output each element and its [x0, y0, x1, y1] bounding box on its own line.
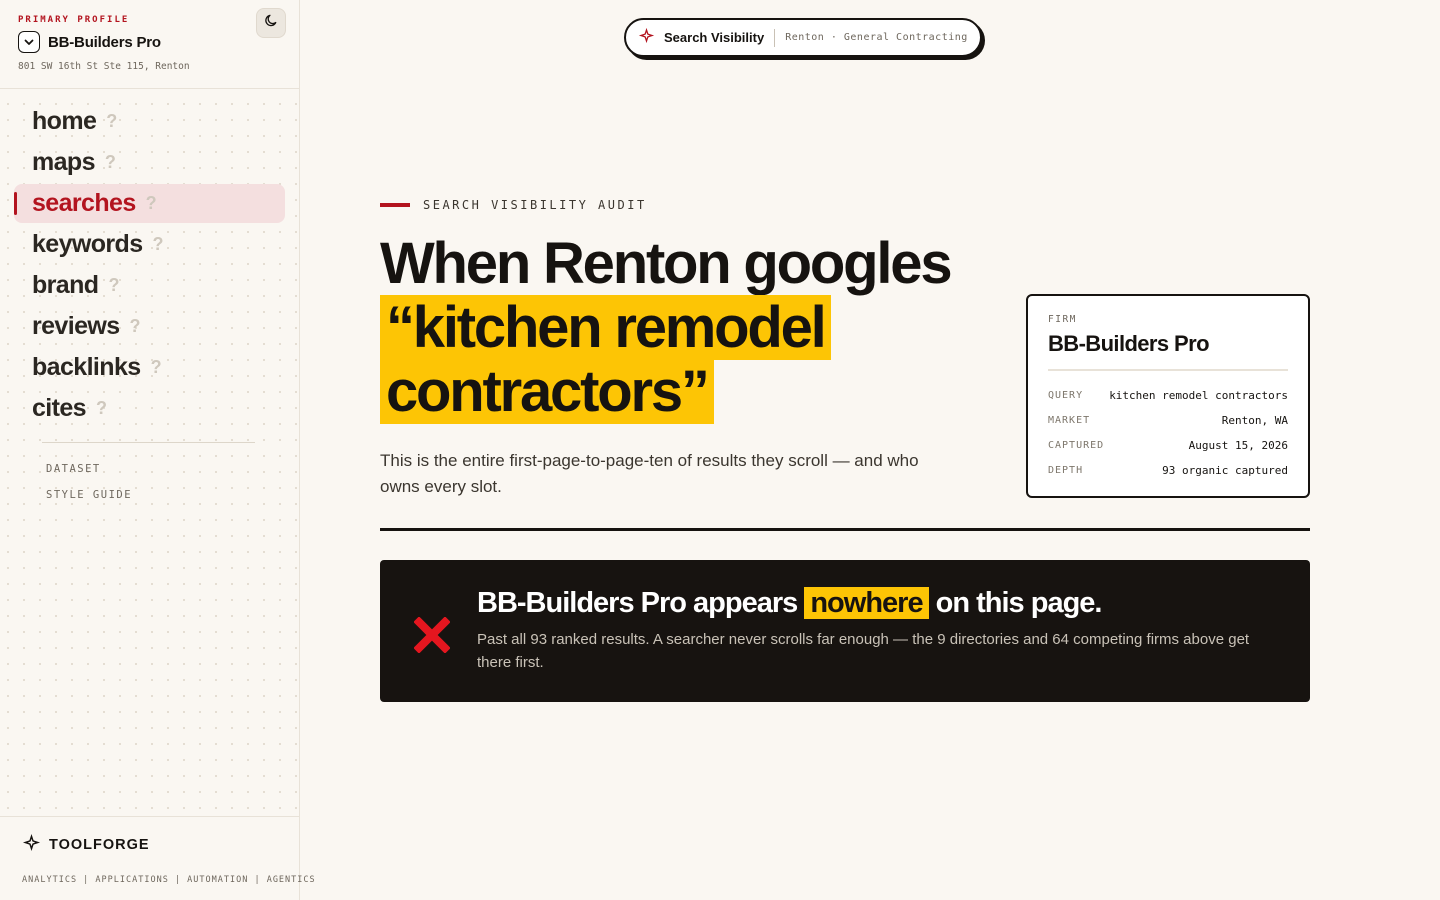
pill-title: Search Visibility: [664, 30, 765, 45]
page-title: When Renton googles “kitchen remodel con…: [380, 232, 1020, 424]
pill-divider: [774, 28, 776, 47]
brand-footer: TOOLFORGE ANALYTICS | APPLICATIONS | AUT…: [0, 816, 316, 900]
nav-divider: [42, 442, 255, 443]
nav-item-searches[interactable]: searches ?: [14, 184, 285, 223]
nav-item-label: brand: [32, 271, 99, 299]
theme-toggle-button[interactable]: [256, 8, 286, 38]
firm-row-captured: CAPTURED August 15, 2026: [1048, 433, 1288, 458]
nav-item-reviews[interactable]: reviews ?: [14, 307, 285, 346]
nav-item-cites[interactable]: cites ?: [14, 389, 285, 428]
nav-item-label: home: [32, 107, 97, 135]
nav-item-label: keywords: [32, 230, 143, 258]
firm-name: BB-Builders Pro: [1048, 331, 1210, 356]
nav-item-label: reviews: [32, 312, 120, 340]
alert-title: BB-Builders Pro appears nowhere on this …: [477, 582, 1103, 624]
headline-query-highlight: “kitchen remodel contractors”: [380, 295, 831, 424]
moon-icon: [264, 13, 279, 33]
firm-row-value: kitchen remodel contractors: [1109, 389, 1288, 402]
firm-row-value: August 15, 2026: [1188, 439, 1288, 452]
nav-item-label: maps: [32, 148, 96, 176]
nav-link-dataset[interactable]: DATASET: [14, 456, 285, 482]
chevron-down-icon[interactable]: [18, 31, 40, 53]
visibility-alert-banner: BB-Builders Pro appears nowhere on this …: [380, 560, 1310, 702]
pill-subtitle: Renton · General Contracting: [785, 32, 968, 43]
help-icon[interactable]: ?: [106, 111, 117, 132]
firm-row-value: 93 organic captured: [1162, 464, 1288, 477]
alert-body: Past all 93 ranked results. A searcher n…: [477, 631, 1250, 671]
nav-link-style-guide[interactable]: STYLE GUIDE: [14, 482, 285, 508]
alert-title-prefix: BB-Builders Pro appears: [477, 587, 798, 619]
nav-item-backlinks[interactable]: backlinks ?: [14, 348, 285, 387]
eyebrow-label: SEARCH VISIBILITY AUDIT: [423, 198, 647, 212]
brand-name: TOOLFORGE: [49, 837, 150, 853]
help-icon[interactable]: ?: [96, 398, 107, 419]
firm-row-market: MARKET Renton, WA: [1048, 408, 1288, 433]
headline-prefix: When Renton googles: [380, 231, 953, 296]
firm-summary-card: FIRM BB-Builders Pro QUERY kitchen remod…: [1026, 294, 1310, 498]
firm-row-query: QUERY kitchen remodel contractors: [1048, 383, 1288, 408]
profile-address: 801 SW 16th St Ste 115, Renton: [18, 61, 190, 72]
help-icon[interactable]: ?: [105, 152, 116, 173]
page-context-pill[interactable]: Search Visibility Renton · General Contr…: [624, 18, 982, 57]
alert-title-highlight: nowhere: [804, 587, 929, 619]
nav-item-home[interactable]: home ?: [14, 102, 285, 141]
section-eyebrow: SEARCH VISIBILITY AUDIT: [380, 198, 647, 212]
section-divider: [380, 528, 1310, 531]
nav-item-maps[interactable]: maps ?: [14, 143, 285, 182]
nav-item-label: cites: [32, 394, 87, 422]
firm-label: FIRM: [1048, 314, 1077, 325]
nav-item-label: searches: [32, 189, 136, 217]
firm-row-key: QUERY: [1048, 390, 1084, 401]
profile-name[interactable]: BB-Builders Pro: [48, 34, 161, 51]
close-x-icon: [413, 616, 451, 658]
alert-title-suffix: on this page.: [935, 587, 1103, 619]
sparkle-icon: [638, 27, 655, 49]
brand-tagline: ANALYTICS | APPLICATIONS | AUTOMATION | …: [22, 875, 316, 885]
page-lede: This is the entire first-page-to-page-te…: [380, 451, 919, 496]
firm-row-depth: DEPTH 93 organic captured: [1048, 458, 1288, 483]
help-icon[interactable]: ?: [108, 275, 119, 296]
help-icon[interactable]: ?: [146, 193, 157, 214]
sidebar: PRIMARY PROFILE BB-Builders Pro 801 SW 1…: [0, 0, 316, 900]
help-icon[interactable]: ?: [130, 316, 141, 337]
firm-card-divider: [1048, 369, 1288, 371]
brand-logo[interactable]: TOOLFORGE: [22, 833, 299, 857]
eyebrow-accent-bar: [380, 203, 410, 207]
firm-row-value: Renton, WA: [1221, 414, 1288, 427]
firm-row-key: MARKET: [1048, 415, 1091, 426]
main-nav: home ? maps ? searches ? keywords ? bran…: [0, 89, 299, 508]
nav-item-keywords[interactable]: keywords ?: [14, 225, 285, 264]
help-icon[interactable]: ?: [153, 234, 164, 255]
sparkle-icon: [22, 833, 41, 857]
nav-item-brand[interactable]: brand ?: [14, 266, 285, 305]
firm-row-key: DEPTH: [1048, 465, 1084, 476]
firm-row-key: CAPTURED: [1048, 440, 1105, 451]
help-icon[interactable]: ?: [151, 357, 162, 378]
profile-header: PRIMARY PROFILE BB-Builders Pro 801 SW 1…: [0, 0, 299, 89]
nav-item-label: backlinks: [32, 353, 141, 381]
